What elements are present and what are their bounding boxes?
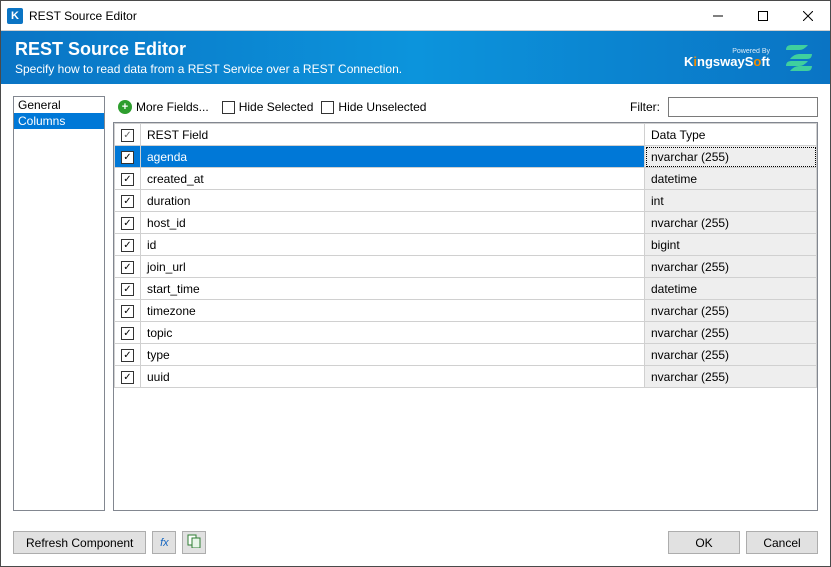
sidebar-item-general[interactable]: General: [14, 97, 104, 113]
ok-button[interactable]: OK: [668, 531, 740, 554]
header-type[interactable]: Data Type: [645, 124, 817, 146]
cell-field[interactable]: agenda: [141, 146, 645, 168]
cell-type[interactable]: datetime: [645, 168, 817, 190]
row-checkbox[interactable]: ✓: [115, 366, 141, 388]
cell-type[interactable]: nvarchar (255): [645, 344, 817, 366]
row-checkbox[interactable]: ✓: [115, 322, 141, 344]
row-checkbox[interactable]: ✓: [115, 278, 141, 300]
close-icon: [803, 11, 813, 21]
minimize-button[interactable]: [695, 1, 740, 30]
table-row[interactable]: ✓start_timedatetime: [115, 278, 817, 300]
table-row[interactable]: ✓join_urlnvarchar (255): [115, 256, 817, 278]
fx-icon: fx: [160, 537, 169, 549]
maximize-button[interactable]: [740, 1, 785, 30]
cell-field[interactable]: uuid: [141, 366, 645, 388]
kingswaysoft-logo: Powered By KingswaySoft: [684, 48, 770, 68]
checkbox-icon: [222, 101, 235, 114]
row-checkbox[interactable]: ✓: [115, 212, 141, 234]
cell-type[interactable]: nvarchar (255): [645, 146, 817, 168]
cell-field[interactable]: join_url: [141, 256, 645, 278]
minimize-icon: [713, 11, 723, 21]
table-row[interactable]: ✓uuidnvarchar (255): [115, 366, 817, 388]
cell-field[interactable]: host_id: [141, 212, 645, 234]
page-title: REST Source Editor: [15, 39, 684, 60]
window: K REST Source Editor REST Source Editor …: [0, 0, 831, 567]
table-row[interactable]: ✓agendanvarchar (255): [115, 146, 817, 168]
row-checkbox[interactable]: ✓: [115, 256, 141, 278]
table-header-row: ✓ REST Field Data Type: [115, 124, 817, 146]
cell-type[interactable]: datetime: [645, 278, 817, 300]
header-text: REST Source Editor Specify how to read d…: [15, 39, 684, 76]
cell-field[interactable]: topic: [141, 322, 645, 344]
cell-type[interactable]: nvarchar (255): [645, 366, 817, 388]
hide-selected-checkbox[interactable]: Hide Selected: [222, 100, 314, 114]
cell-type[interactable]: nvarchar (255): [645, 322, 817, 344]
cell-field[interactable]: type: [141, 344, 645, 366]
more-fields-button[interactable]: + More Fields...: [113, 98, 214, 116]
header-logos: Powered By KingswaySoft: [684, 41, 816, 75]
grid: ✓ REST Field Data Type ✓agendanvarchar (…: [113, 122, 818, 511]
header-check-all[interactable]: ✓: [115, 124, 141, 146]
filter-input[interactable]: [668, 97, 818, 117]
cell-field[interactable]: timezone: [141, 300, 645, 322]
product-logo-icon: [782, 41, 816, 75]
cell-type[interactable]: nvarchar (255): [645, 300, 817, 322]
table-row[interactable]: ✓created_atdatetime: [115, 168, 817, 190]
window-controls: [695, 1, 830, 30]
row-checkbox[interactable]: ✓: [115, 300, 141, 322]
columns-table: ✓ REST Field Data Type ✓agendanvarchar (…: [114, 123, 817, 388]
cell-type[interactable]: nvarchar (255): [645, 212, 817, 234]
cancel-button[interactable]: Cancel: [746, 531, 818, 554]
cell-type[interactable]: int: [645, 190, 817, 212]
toolbar: + More Fields... Hide Selected Hide Unse…: [113, 96, 818, 118]
page-subtitle: Specify how to read data from a REST Ser…: [15, 62, 684, 76]
maximize-icon: [758, 11, 768, 21]
expression-button[interactable]: fx: [152, 531, 176, 554]
app-icon: K: [7, 8, 23, 24]
header-field[interactable]: REST Field: [141, 124, 645, 146]
row-checkbox[interactable]: ✓: [115, 344, 141, 366]
table-row[interactable]: ✓host_idnvarchar (255): [115, 212, 817, 234]
cell-field[interactable]: created_at: [141, 168, 645, 190]
sidebar: GeneralColumns: [13, 96, 105, 511]
sidebar-item-columns[interactable]: Columns: [14, 113, 104, 129]
header-banner: REST Source Editor Specify how to read d…: [1, 31, 830, 84]
row-checkbox[interactable]: ✓: [115, 190, 141, 212]
grid-empty-area: [114, 388, 817, 510]
hide-unselected-checkbox[interactable]: Hide Unselected: [321, 100, 426, 114]
footer: Refresh Component fx OK Cancel: [1, 523, 830, 566]
refresh-component-button[interactable]: Refresh Component: [13, 531, 146, 554]
table-row[interactable]: ✓typenvarchar (255): [115, 344, 817, 366]
documentation-button[interactable]: [182, 531, 206, 554]
table-row[interactable]: ✓durationint: [115, 190, 817, 212]
cell-type[interactable]: nvarchar (255): [645, 256, 817, 278]
cell-field[interactable]: start_time: [141, 278, 645, 300]
titlebar: K REST Source Editor: [1, 1, 830, 31]
more-fields-label: More Fields...: [136, 100, 209, 114]
hide-selected-label: Hide Selected: [239, 100, 314, 114]
table-row[interactable]: ✓timezonenvarchar (255): [115, 300, 817, 322]
cell-type[interactable]: bigint: [645, 234, 817, 256]
window-title: REST Source Editor: [29, 9, 695, 23]
row-checkbox[interactable]: ✓: [115, 234, 141, 256]
plus-icon: +: [118, 100, 132, 114]
row-checkbox[interactable]: ✓: [115, 146, 141, 168]
table-row[interactable]: ✓topicnvarchar (255): [115, 322, 817, 344]
table-row[interactable]: ✓idbigint: [115, 234, 817, 256]
main-panel: + More Fields... Hide Selected Hide Unse…: [113, 96, 818, 511]
cell-field[interactable]: id: [141, 234, 645, 256]
row-checkbox[interactable]: ✓: [115, 168, 141, 190]
cell-field[interactable]: duration: [141, 190, 645, 212]
content: GeneralColumns + More Fields... Hide Sel…: [1, 84, 830, 523]
close-button[interactable]: [785, 1, 830, 30]
hide-unselected-label: Hide Unselected: [338, 100, 426, 114]
doc-icon: [187, 534, 201, 551]
checkbox-icon: [321, 101, 334, 114]
filter-label: Filter:: [630, 100, 660, 114]
